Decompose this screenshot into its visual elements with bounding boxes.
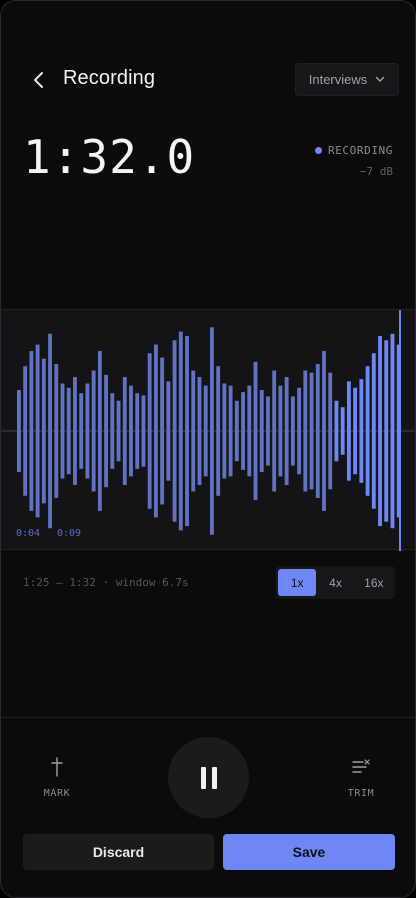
waveform-bar	[129, 385, 133, 477]
waveform-bar	[290, 396, 295, 466]
trim-icon	[349, 755, 373, 779]
trim-button[interactable]: TRIM	[331, 755, 391, 799]
zoom-4x-button[interactable]: 4x	[316, 569, 354, 596]
waveform-bar	[390, 333, 395, 529]
controls-divider	[1, 717, 415, 718]
waveform-bar	[210, 327, 214, 535]
waveform-bar	[371, 353, 376, 509]
waveform-bar	[378, 335, 382, 527]
waveform-bar	[241, 392, 245, 470]
waveform-bar	[122, 377, 127, 485]
waveform-bar	[334, 400, 339, 462]
input-level: −7 dB	[359, 165, 393, 178]
waveform-bar	[17, 389, 21, 473]
waveform-bar	[346, 381, 351, 481]
waveform-bar	[234, 400, 239, 462]
waveform-bar	[309, 372, 314, 490]
waveform-bar	[97, 351, 102, 511]
waveform-bar	[178, 331, 183, 531]
waveform-bar	[365, 366, 370, 496]
folder-dropdown-value: Interviews	[308, 72, 368, 87]
discard-button[interactable]: Discard	[23, 834, 214, 870]
chevron-down-icon	[376, 76, 385, 82]
page-title: Recording	[63, 67, 156, 89]
waveform-bar	[91, 370, 96, 492]
save-button[interactable]: Save	[223, 834, 395, 870]
mark-label: MARK	[43, 788, 71, 799]
waveform-bar	[353, 387, 358, 475]
mark-button[interactable]: MARK	[27, 755, 87, 799]
waveform-bar	[203, 385, 208, 477]
dagger-icon	[45, 755, 69, 779]
waveform-bar	[191, 370, 196, 492]
waveform-bar	[172, 340, 177, 522]
recording-dot-icon	[314, 147, 322, 154]
visible-range-label: 1:25 – 1:32 · window 6.7s	[23, 576, 189, 589]
waveform-bar	[66, 387, 71, 475]
waveform-time-mark: 0:04	[16, 528, 41, 539]
waveform-bar	[185, 335, 189, 527]
waveform-bar	[222, 383, 227, 479]
waveform-bar	[359, 379, 364, 483]
waveform-bar	[284, 377, 289, 485]
playhead[interactable]	[399, 310, 401, 551]
pause-button[interactable]	[168, 737, 249, 818]
elapsed-timer: 1:32.0	[23, 130, 196, 184]
zoom-16x-button[interactable]: 16x	[355, 569, 393, 596]
waveform-bar	[384, 340, 389, 522]
waveform-bar	[272, 370, 277, 492]
waveform-bar	[197, 377, 202, 485]
waveform-bar	[160, 357, 165, 505]
waveform-bar	[315, 364, 320, 498]
waveform-bar	[73, 377, 77, 485]
waveform-bar	[253, 361, 258, 501]
waveform-bar	[216, 366, 221, 496]
waveform-bar	[322, 351, 326, 511]
waveform-panel[interactable]: 0:04 0:09	[1, 309, 415, 551]
zoom-selector: 1x 4x 16x	[276, 566, 395, 599]
waveform-bar	[60, 383, 65, 479]
waveform-bar	[141, 395, 146, 467]
recording-status-label: RECORDING	[327, 144, 393, 157]
waveform-bar	[266, 396, 270, 466]
pause-icon	[200, 766, 217, 789]
waveform-bar	[147, 353, 152, 509]
waveform-bar	[54, 364, 59, 498]
folder-dropdown[interactable]: Interviews	[295, 63, 399, 96]
recording-screen: Recording Interviews 1:32.0 RECORDING −7…	[0, 0, 416, 898]
waveform-bar	[297, 387, 302, 475]
waveform-bar	[135, 393, 140, 469]
waveform-bar	[85, 383, 90, 479]
waveform-bar	[110, 393, 115, 469]
waveform-bar	[104, 374, 109, 488]
chevron-left-icon	[34, 72, 43, 88]
waveform-bar	[259, 389, 264, 473]
waveform-bar	[23, 366, 28, 496]
waveform-bar	[116, 400, 121, 462]
waveform-bar	[35, 344, 40, 518]
waveform-bar	[303, 370, 308, 492]
waveform-time-mark: 0:09	[57, 528, 82, 539]
waveform	[1, 310, 415, 551]
back-button[interactable]	[27, 65, 51, 95]
waveform-bar	[278, 385, 283, 477]
waveform-bar	[247, 385, 252, 477]
waveform-bar	[29, 351, 34, 511]
zoom-1x-button[interactable]: 1x	[278, 569, 317, 596]
waveform-bar	[41, 358, 46, 504]
waveform-bar	[48, 333, 52, 529]
waveform-bar	[340, 407, 345, 455]
trim-label: TRIM	[347, 788, 375, 799]
waveform-bar	[328, 372, 333, 490]
waveform-bar	[166, 381, 171, 481]
waveform-bar	[153, 344, 158, 518]
waveform-bar	[79, 393, 84, 469]
waveform-bar	[228, 385, 233, 477]
recording-status: RECORDING	[314, 144, 393, 157]
